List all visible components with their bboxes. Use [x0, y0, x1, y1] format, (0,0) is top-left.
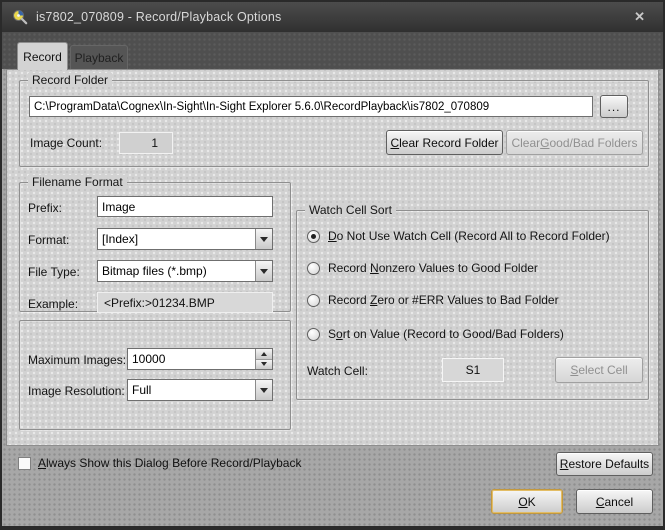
select-cell-button[interactable]: Select Cell — [555, 357, 643, 383]
label-part: estore Defaults — [568, 457, 649, 471]
radio-label: Sort on Value (Record to Good/Bad Folder… — [328, 327, 564, 341]
spinner — [255, 349, 272, 369]
radio-icon — [307, 294, 320, 307]
window-title: is7802_070809 - Record/Playback Options — [36, 10, 626, 24]
close-icon[interactable]: ✕ — [626, 7, 653, 27]
title-bar[interactable]: is7802_070809 - Record/Playback Options … — [2, 2, 663, 32]
clear-goodbad-folders-button[interactable]: Clear Good/Bad Folders — [506, 130, 643, 155]
label-accel: O — [518, 495, 527, 509]
label-part: ood/Bad Folders — [549, 136, 637, 150]
max-images-value: 10000 — [132, 349, 252, 369]
spinner-down-button[interactable] — [256, 360, 272, 370]
tab-playback[interactable]: Playback — [70, 45, 128, 70]
group-record-folder: Record Folder C:\ProgramData\Cognex\In-S… — [19, 80, 649, 167]
cancel-button[interactable]: Cancel — [576, 489, 653, 514]
browse-button[interactable]: ... — [600, 95, 628, 118]
always-show-checkbox[interactable] — [18, 457, 31, 470]
radio-label: Record Nonzero Values to Good Folder — [328, 261, 538, 275]
tab-playback-label: Playback — [75, 51, 124, 65]
group-watch-cell-sort: Watch Cell Sort Do Not Use Watch Cell (R… — [296, 210, 649, 400]
example-label: Example: — [28, 297, 78, 311]
image-count-label: Image Count: — [30, 136, 102, 150]
label-part: elect Cell — [578, 363, 627, 377]
chevron-down-icon[interactable] — [255, 229, 272, 249]
example-value: <Prefix:>01234.BMP — [97, 292, 273, 313]
group-filename-format: Filename Format Prefix: Image Format: [I… — [19, 182, 291, 312]
format-value: [Index] — [102, 229, 252, 249]
image-count-value: 1 — [119, 132, 173, 154]
tab-strip: Record Playback — [2, 32, 663, 69]
watch-cell-value: S1 — [442, 358, 504, 382]
group-filename-format-legend: Filename Format — [28, 175, 127, 189]
label-accel: G — [540, 136, 549, 150]
prefix-input[interactable]: Image — [97, 196, 273, 217]
tab-record[interactable]: Record — [17, 42, 68, 70]
app-icon — [12, 9, 28, 25]
record-folder-path-input[interactable]: C:\ProgramData\Cognex\In-Sight\In-Sight … — [29, 96, 593, 117]
radio-do-not-use-watch-cell[interactable]: Do Not Use Watch Cell (Record All to Rec… — [307, 229, 610, 243]
resolution-select[interactable]: Full — [127, 379, 273, 401]
label-accel: C — [596, 495, 605, 509]
label-part: K — [528, 495, 536, 509]
max-images-label: Maximum Images: — [28, 353, 126, 367]
max-images-stepper[interactable]: 10000 — [127, 348, 273, 370]
label-part: ancel — [604, 495, 633, 509]
filetype-select[interactable]: Bitmap files (*.bmp) — [97, 260, 273, 282]
group-record-folder-legend: Record Folder — [28, 73, 112, 87]
group-watch-cell-sort-legend: Watch Cell Sort — [305, 203, 396, 217]
radio-icon — [307, 328, 320, 341]
chevron-down-icon[interactable] — [255, 261, 272, 281]
radio-record-zero-bad[interactable]: Record Zero or #ERR Values to Bad Folder — [307, 293, 559, 307]
watch-cell-label: Watch Cell: — [307, 364, 368, 378]
format-label: Format: — [28, 233, 69, 247]
resolution-label: Image Resolution: — [28, 384, 125, 398]
radio-label: Record Zero or #ERR Values to Bad Folder — [328, 293, 559, 307]
filetype-label: File Type: — [28, 265, 80, 279]
label-accel: S — [570, 363, 578, 377]
label-part: Clear — [511, 136, 540, 150]
chevron-down-icon[interactable] — [255, 380, 272, 400]
radio-label: Do Not Use Watch Cell (Record All to Rec… — [328, 229, 610, 243]
restore-defaults-button[interactable]: Restore Defaults — [556, 452, 653, 476]
radio-sort-on-value[interactable]: Sort on Value (Record to Good/Bad Folder… — [307, 327, 564, 341]
ok-button[interactable]: OK — [491, 489, 563, 514]
always-show-checkbox-row[interactable]: Always Show this Dialog Before Record/Pl… — [18, 456, 301, 470]
radio-icon — [307, 230, 320, 243]
label-accel: C — [390, 136, 399, 150]
label-accel: R — [560, 457, 569, 471]
filetype-value: Bitmap files (*.bmp) — [102, 261, 252, 281]
group-image-limits: Maximum Images: 10000 Image Resolution: … — [19, 320, 291, 430]
always-show-label: Always Show this Dialog Before Record/Pl… — [38, 456, 301, 470]
tab-record-label: Record — [23, 50, 62, 64]
record-tab-page: Record Folder C:\ProgramData\Cognex\In-S… — [6, 69, 659, 446]
dialog-window: is7802_070809 - Record/Playback Options … — [0, 0, 665, 530]
prefix-label: Prefix: — [28, 201, 62, 215]
spinner-up-button[interactable] — [256, 349, 272, 360]
label-part: lear Record Folder — [399, 136, 498, 150]
resolution-value: Full — [132, 380, 252, 400]
format-select[interactable]: [Index] — [97, 228, 273, 250]
radio-icon — [307, 262, 320, 275]
radio-record-nonzero-good[interactable]: Record Nonzero Values to Good Folder — [307, 261, 538, 275]
clear-record-folder-button[interactable]: Clear Record Folder — [386, 130, 503, 155]
